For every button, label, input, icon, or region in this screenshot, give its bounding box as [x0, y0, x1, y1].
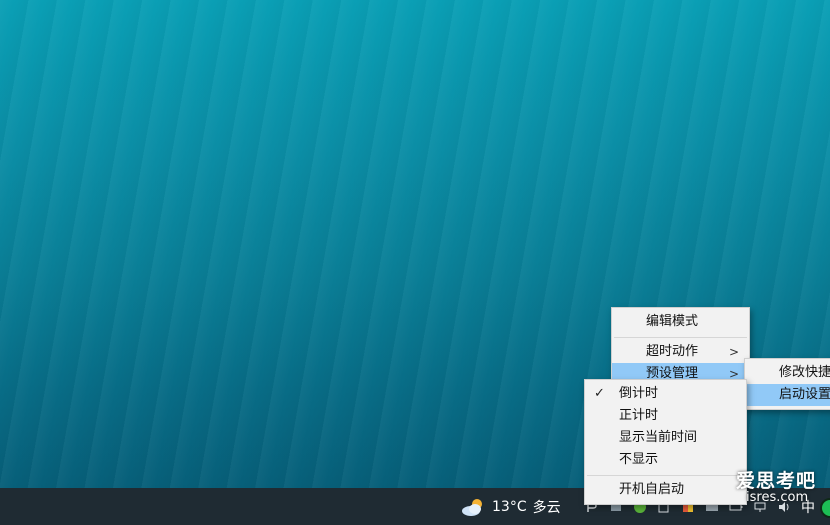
menu-item-startup-settings[interactable]: 启动设置 — [745, 384, 830, 406]
weather-widget[interactable]: 13°C 多云 — [460, 488, 561, 525]
menu-item-hide[interactable]: 不显示 — [585, 449, 746, 471]
menu-item-label: 正计时 — [619, 408, 659, 423]
menu-separator — [614, 337, 747, 338]
menu-item-label: 显示当前时间 — [619, 430, 698, 445]
temperature-text: 13°C — [492, 498, 527, 515]
context-menu-main: 编辑模式 超时动作 > 预设管理 > — [611, 307, 750, 389]
menu-item-timeout-action[interactable]: 超时动作 > — [612, 341, 749, 363]
context-submenu-preset: 修改快捷时 启动设置 — [744, 358, 830, 410]
menu-item-label: 启动设置 — [779, 387, 830, 402]
menu-item-label: 开机自启动 — [619, 482, 685, 497]
checkmark-icon: ✓ — [594, 386, 605, 401]
chevron-right-icon: > — [728, 345, 739, 359]
menu-item-edit-mode[interactable]: 编辑模式 — [612, 311, 749, 333]
partly-cloudy-icon — [462, 498, 482, 516]
menu-item-autostart[interactable]: 开机自启动 — [585, 479, 746, 501]
menu-item-count-up[interactable]: 正计时 — [585, 405, 746, 427]
menu-item-label: 修改快捷时 — [779, 365, 830, 380]
menu-item-label: 不显示 — [619, 452, 659, 467]
watermark-text: 爱思考吧 — [736, 470, 817, 492]
menu-item-show-current-time[interactable]: 显示当前时间 — [585, 427, 746, 449]
menu-separator — [587, 475, 744, 476]
menu-item-label: 超时动作 — [646, 344, 699, 359]
weather-text: 多云 — [532, 499, 561, 516]
context-submenu-display: ✓ 倒计时 正计时 显示当前时间 不显示 开机自启动 — [584, 379, 747, 505]
menu-item-modify-shortcut[interactable]: 修改快捷时 — [745, 362, 830, 384]
menu-item-countdown[interactable]: ✓ 倒计时 — [585, 383, 746, 405]
watermark-subtext: isres.com — [746, 490, 809, 505]
menu-item-label: 编辑模式 — [646, 314, 699, 329]
menu-item-label: 倒计时 — [619, 386, 659, 401]
